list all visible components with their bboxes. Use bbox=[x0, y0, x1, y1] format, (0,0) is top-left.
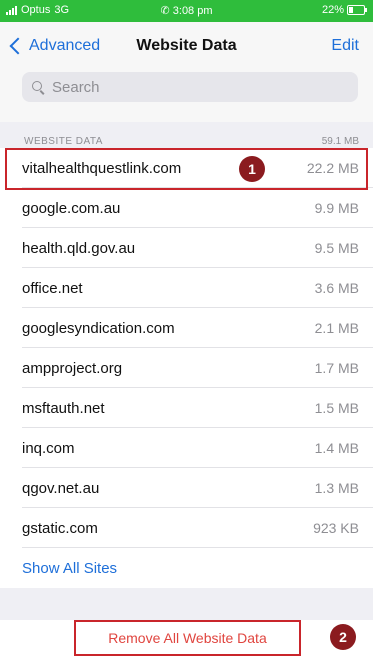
site-size: 1.3 MB bbox=[314, 480, 359, 496]
list-item[interactable]: msftauth.net 1.5 MB bbox=[0, 388, 373, 428]
site-domain: health.qld.gov.au bbox=[22, 239, 136, 257]
site-domain: ampproject.org bbox=[22, 359, 123, 377]
step-badge-2: 2 bbox=[330, 624, 356, 650]
list-item[interactable]: inq.com 1.4 MB bbox=[0, 428, 373, 468]
site-size: 1.7 MB bbox=[314, 360, 359, 376]
list-item[interactable]: vitalhealthquestlink.com 22.2 MB bbox=[0, 148, 373, 188]
site-size: 2.1 MB bbox=[314, 320, 359, 336]
site-size: 923 KB bbox=[313, 520, 359, 536]
phone-icon: ✆ bbox=[160, 5, 170, 17]
section-total: 59.1 MB bbox=[321, 136, 359, 147]
section-header: WEBSITE DATA 59.1 MB bbox=[0, 122, 373, 147]
site-domain: googlesyndication.com bbox=[22, 319, 175, 337]
status-right: 22% bbox=[321, 4, 367, 16]
site-size: 9.5 MB bbox=[314, 240, 359, 256]
status-bar: Optus 3G ✆ 3:08 pm 22% bbox=[0, 0, 373, 22]
site-size: 1.5 MB bbox=[314, 400, 359, 416]
page-title: Website Data bbox=[136, 37, 237, 54]
navigation-bar: Advanced Website Data Edit Search bbox=[0, 22, 373, 122]
show-all-sites-link[interactable]: Show All Sites bbox=[0, 548, 373, 588]
battery-icon bbox=[347, 5, 367, 15]
step-badge-1: 1 bbox=[239, 156, 265, 182]
remove-area: Remove All Website Data bbox=[0, 620, 373, 659]
time-label: 3:08 pm bbox=[172, 5, 213, 17]
site-size: 3.6 MB bbox=[314, 280, 359, 296]
list-item[interactable]: gstatic.com 923 KB bbox=[0, 508, 373, 548]
list-item[interactable]: googlesyndication.com 2.1 MB bbox=[0, 308, 373, 348]
list-item[interactable]: ampproject.org 1.7 MB bbox=[0, 348, 373, 388]
list-item[interactable]: health.qld.gov.au 9.5 MB bbox=[0, 228, 373, 268]
remove-all-website-data-button[interactable]: Remove All Website Data bbox=[74, 620, 301, 656]
site-size: 9.9 MB bbox=[314, 200, 359, 216]
battery-percent: 22% bbox=[321, 4, 344, 16]
edit-button[interactable]: Edit bbox=[331, 37, 359, 55]
site-domain: google.com.au bbox=[22, 199, 121, 217]
site-domain: gstatic.com bbox=[22, 519, 98, 537]
search-icon bbox=[32, 81, 44, 93]
site-size: 1.4 MB bbox=[314, 440, 359, 456]
list-item[interactable]: google.com.au 9.9 MB bbox=[0, 188, 373, 228]
site-domain: msftauth.net bbox=[22, 399, 105, 417]
site-domain: inq.com bbox=[22, 439, 75, 457]
site-size: 22.2 MB bbox=[306, 160, 359, 176]
site-domain: qgov.net.au bbox=[22, 479, 100, 497]
list-item[interactable]: qgov.net.au 1.3 MB bbox=[0, 468, 373, 508]
search-input[interactable]: Search bbox=[22, 72, 358, 102]
list-item[interactable]: office.net 3.6 MB bbox=[0, 268, 373, 308]
search-placeholder: Search bbox=[52, 78, 100, 96]
status-time: ✆ 3:08 pm bbox=[0, 4, 373, 17]
website-list: vitalhealthquestlink.com 22.2 MB google.… bbox=[0, 148, 373, 588]
show-all-label: Show All Sites bbox=[22, 559, 118, 577]
site-domain: vitalhealthquestlink.com bbox=[22, 159, 182, 177]
section-label: WEBSITE DATA bbox=[24, 136, 103, 147]
site-domain: office.net bbox=[22, 279, 83, 297]
